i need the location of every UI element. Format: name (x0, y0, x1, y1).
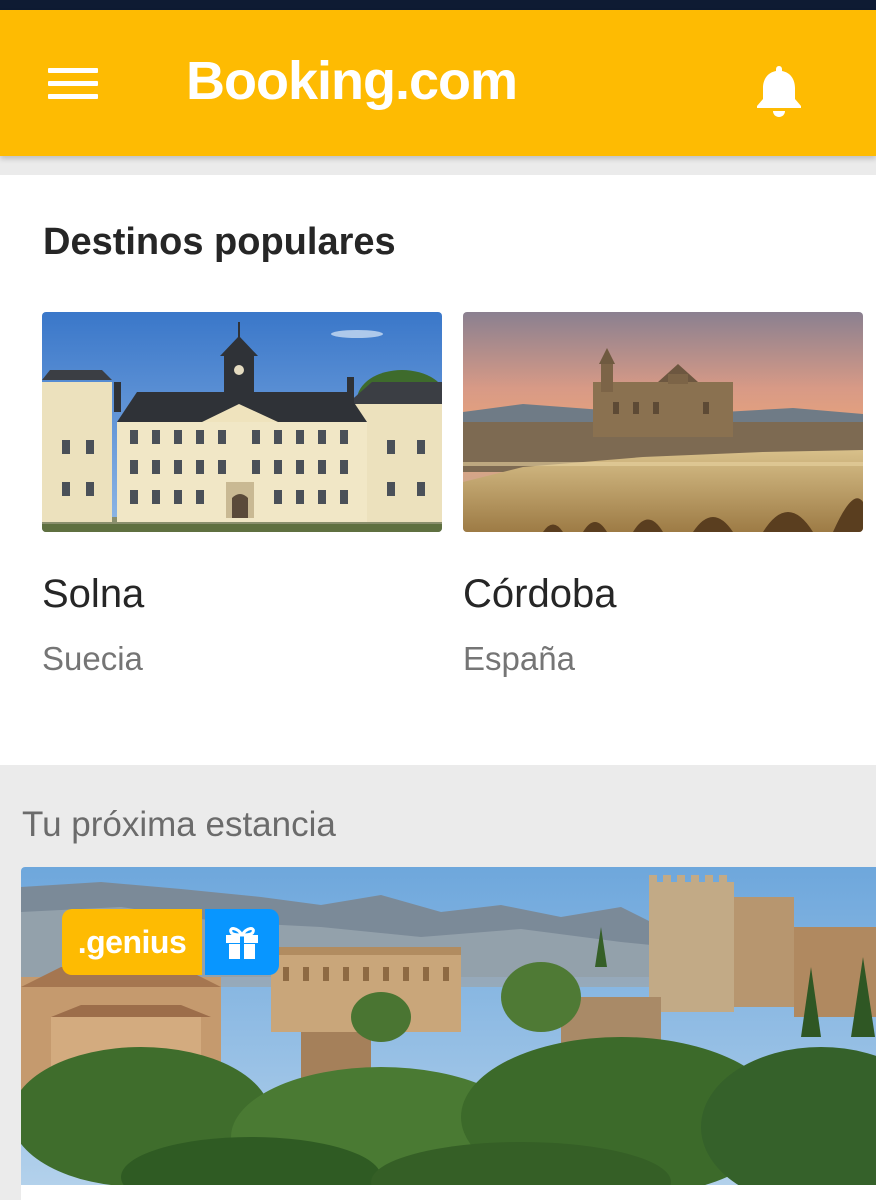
booking-logo[interactable]: Booking.com (186, 50, 518, 112)
status-bar (0, 0, 876, 10)
destination-country: Suecia (42, 640, 143, 677)
hamburger-menu-icon[interactable] (46, 64, 102, 104)
popular-destinations-panel: Destinos populares Solna Suecia Córdoba … (0, 175, 876, 765)
app-bar: Booking.com (0, 10, 876, 156)
bell-icon[interactable] (752, 62, 806, 118)
section-title: Destinos populares (43, 221, 396, 263)
section-title: Tu próxima estancia (22, 805, 336, 844)
destination-photo (42, 312, 442, 532)
destination-country: España (463, 640, 575, 677)
genius-label: .genius (62, 909, 202, 975)
destination-name: Solna (42, 572, 145, 616)
genius-badge: .genius (62, 909, 279, 975)
destination-photo (463, 312, 863, 532)
gift-icon (205, 909, 279, 975)
destination-card[interactable]: Solna Suecia (42, 312, 442, 682)
destination-card[interactable]: Córdoba España (463, 312, 863, 682)
destination-name: Córdoba (463, 572, 617, 616)
